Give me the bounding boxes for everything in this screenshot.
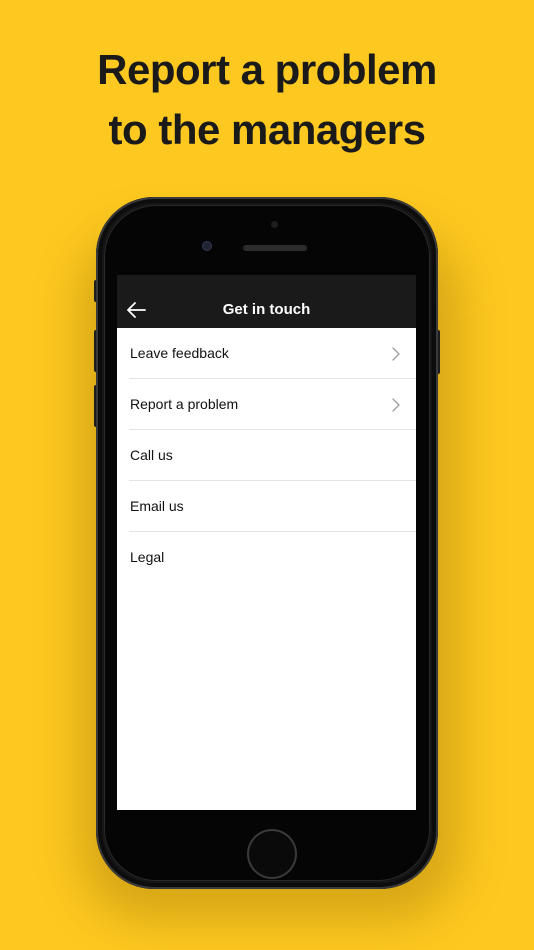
list-item-leave-feedback[interactable]: Leave feedback <box>129 328 416 379</box>
phone-sensor <box>271 221 278 228</box>
headline-line-2: to the managers <box>108 106 426 153</box>
list-item-label: Legal <box>130 549 165 565</box>
list-item-legal[interactable]: Legal <box>129 532 416 582</box>
list-item-label: Email us <box>130 498 184 514</box>
home-button[interactable] <box>249 831 295 877</box>
list-item-report-a-problem[interactable]: Report a problem <box>129 379 416 430</box>
list-item-label: Call us <box>130 447 173 463</box>
navigation-bar: Get in touch <box>117 275 416 328</box>
headline-line-1: Report a problem <box>97 46 437 93</box>
promo-headline: Report a problem to the managers <box>0 40 534 160</box>
app-screen: Get in touch Leave feedback Report a pro… <box>117 275 416 810</box>
list-item-call-us[interactable]: Call us <box>129 430 416 481</box>
list-item-label: Leave feedback <box>130 345 229 361</box>
phone-speaker <box>243 245 307 251</box>
chevron-right-icon <box>392 347 400 361</box>
front-camera-icon <box>202 241 212 251</box>
contact-options-list: Leave feedback Report a problem Call us … <box>117 328 416 810</box>
page-title: Get in touch <box>222 301 311 318</box>
list-item-label: Report a problem <box>130 396 239 412</box>
list-item-email-us[interactable]: Email us <box>129 481 416 532</box>
chevron-right-icon <box>392 398 400 412</box>
